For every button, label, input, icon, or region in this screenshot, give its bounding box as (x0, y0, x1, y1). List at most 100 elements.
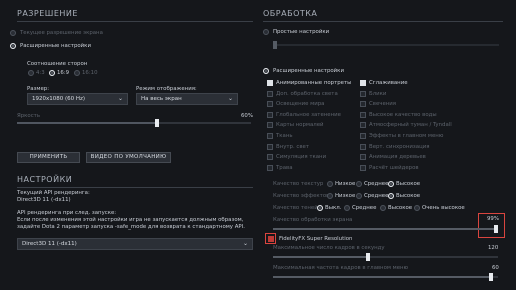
texture-mid-radio[interactable] (356, 181, 362, 187)
menu-fps-thumb[interactable] (489, 273, 494, 281)
checkbox-label: Освещение мира (276, 101, 325, 108)
max-fps-slider[interactable] (273, 253, 498, 261)
shadows-quality-label: Качество теней (273, 205, 318, 211)
render-quality-thumb[interactable] (493, 225, 498, 233)
render-quality-slider[interactable] (273, 225, 498, 233)
checkbox[interactable] (360, 133, 366, 139)
size-select-value: 1920x1080 (60 Hz) (32, 96, 86, 102)
chevron-down-icon: ⌄ (242, 240, 248, 247)
current-res-label: Текущее разрешение экрана (20, 30, 103, 36)
checkbox-label: Анимация деревьев (369, 154, 426, 161)
brightness-value: 60% (241, 113, 253, 119)
render-quality-value: 99% (487, 216, 499, 222)
shadows-mid-radio[interactable] (344, 205, 350, 211)
current-res-radio[interactable] (10, 30, 16, 36)
api-select-value: Direct3D 11 (-dx11) (22, 241, 77, 247)
texture-high-label: Высокое (396, 181, 421, 187)
max-fps-label: Максимальное число кадров в секунду (273, 245, 385, 251)
default-video-button[interactable]: ВИДЕО ПО УМОЛЧАНИЮ (86, 152, 171, 163)
max-fps-fill (273, 256, 368, 258)
resolution-divider (17, 21, 253, 22)
brightness-slider[interactable] (17, 119, 251, 127)
simple-settings-radio[interactable] (263, 29, 269, 35)
effects-high-radio[interactable] (388, 193, 394, 199)
checkbox[interactable] (360, 154, 366, 161)
settings-divider (17, 187, 253, 188)
checkbox[interactable] (360, 122, 366, 129)
texture-mid-label: Среднее (364, 181, 389, 187)
checkbox-label: Сглаживание (369, 80, 408, 86)
api-current-label: Текущий API рендеринга: (17, 190, 90, 196)
checkbox[interactable] (360, 80, 366, 86)
shadows-ultra-radio[interactable] (414, 205, 420, 211)
menu-fps-label: Максимальная частота кадров в главном ме… (273, 265, 409, 271)
texture-low-label: Низкое (335, 181, 356, 187)
texture-low-radio[interactable] (327, 181, 333, 187)
checkbox[interactable] (360, 111, 366, 118)
max-fps-thumb[interactable] (365, 253, 370, 261)
menu-fps-slider[interactable] (273, 273, 498, 281)
settings-section-title: НАСТРОЙКИ (17, 175, 73, 184)
checkbox[interactable] (267, 101, 273, 108)
brightness-slider-thumb[interactable] (155, 119, 160, 127)
apply-button[interactable]: ПРИМЕНИТЬ (17, 152, 80, 163)
aspect-4-3-radio[interactable] (28, 70, 34, 76)
shadows-off-label: Выкл. (325, 205, 342, 211)
aspect-16-10-radio[interactable] (74, 70, 80, 76)
checkbox-label: Ткань (276, 133, 293, 139)
size-select[interactable]: 1920x1080 (60 Hz) ⌄ (27, 93, 128, 105)
checkbox-label: Высокое качество воды (369, 111, 437, 118)
simple-settings-label: Простые настройки (273, 29, 330, 35)
checkbox[interactable] (267, 122, 273, 129)
checkbox[interactable] (267, 133, 273, 139)
brightness-label: Яркость (17, 113, 41, 119)
checkbox[interactable] (267, 90, 273, 97)
shadows-high-radio[interactable] (380, 205, 386, 211)
checkbox[interactable] (360, 90, 366, 97)
advanced-res-radio[interactable] (10, 43, 16, 49)
checkbox[interactable] (267, 143, 273, 150)
checkbox-label: Расчёт шейдеров (369, 164, 419, 171)
checkbox-label: Глобальное затенение (276, 111, 341, 118)
menu-fps-fill (273, 276, 492, 278)
checkbox[interactable] (360, 101, 366, 108)
checkbox-label: Трава (276, 164, 293, 171)
mode-label: Режим отображения: (136, 86, 197, 92)
advanced-res-label: Расширенные настройки (20, 43, 91, 49)
checkbox[interactable] (267, 80, 273, 86)
checkbox[interactable] (360, 164, 366, 171)
checkbox[interactable] (267, 164, 273, 171)
fsr-checkbox[interactable] (267, 235, 274, 242)
checkbox[interactable] (267, 111, 273, 118)
processing-section-title: ОБРАБОТКА (263, 9, 318, 18)
effects-mid-radio[interactable] (356, 193, 362, 199)
effects-low-radio[interactable] (327, 193, 333, 199)
fsr-label: FidelityFX Super Resolution (279, 236, 353, 242)
texture-quality-label: Качество текстур (273, 181, 324, 187)
effects-high-label: Высокое (396, 193, 421, 199)
aspect-16-9-radio[interactable] (49, 70, 55, 76)
simple-quality-slider[interactable] (273, 41, 499, 49)
effects-low-label: Низкое (335, 193, 356, 199)
mode-select[interactable]: На весь экран ⌄ (136, 93, 238, 105)
chevron-down-icon: ⌄ (117, 95, 123, 102)
checkbox[interactable] (360, 143, 366, 150)
aspect-16-10-label: 16:10 (82, 70, 98, 76)
checkbox-label: Симуляция ткани (276, 154, 327, 161)
checkbox-label: Внутр. свет (276, 143, 309, 150)
api-select[interactable]: Direct3D 11 (-dx11) ⌄ (17, 238, 253, 250)
checkbox[interactable] (267, 154, 273, 161)
advanced-settings-label: Расширенные настройки (273, 68, 344, 74)
advanced-settings-radio[interactable] (263, 68, 269, 74)
shadows-high-label: Высокое (388, 205, 413, 211)
texture-high-radio[interactable] (388, 181, 394, 187)
aspect-4-3-label: 4:3 (36, 70, 45, 76)
api-note: Если после изменения этой настройки игра… (17, 217, 245, 230)
menu-fps-value: 60 (492, 265, 499, 271)
size-label: Размер: (27, 86, 50, 92)
simple-quality-thumb (273, 41, 277, 49)
shadows-mid-label: Среднее (352, 205, 377, 211)
checkbox-label: Верт. синхронизация (369, 143, 430, 150)
checkbox-label: Свечения (369, 101, 397, 108)
shadows-off-radio[interactable] (317, 205, 323, 211)
